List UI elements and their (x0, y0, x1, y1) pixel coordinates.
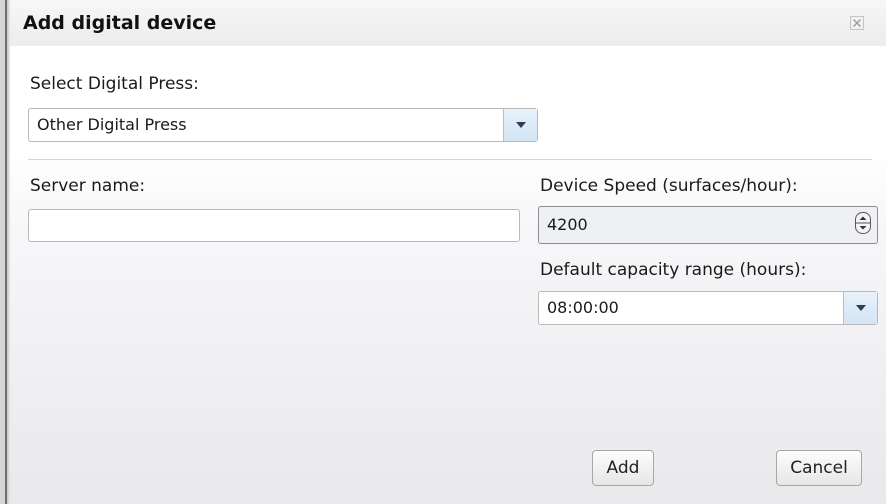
chevron-down-icon (856, 305, 866, 311)
section-divider (28, 159, 872, 160)
digital-press-dropdown[interactable]: Other Digital Press (28, 108, 538, 142)
add-digital-device-dialog: Add digital device Select Digital Press:… (10, 0, 886, 504)
dialog-title-bar[interactable]: Add digital device (10, 0, 886, 46)
select-digital-press-label: Select Digital Press: (30, 74, 199, 94)
dialog-title: Add digital device (23, 12, 217, 34)
chevron-down-icon (516, 122, 526, 128)
digital-press-selected-value: Other Digital Press (37, 115, 187, 134)
default-capacity-label: Default capacity range (hours): (540, 260, 807, 280)
server-name-input[interactable] (29, 210, 519, 241)
device-speed-input[interactable]: 4200 (538, 206, 878, 244)
default-capacity-dropdown-button[interactable] (843, 292, 877, 324)
server-name-input-wrapper (28, 209, 520, 242)
window-edge (0, 0, 10, 504)
server-name-label: Server name: (30, 176, 146, 196)
device-speed-value: 4200 (547, 215, 588, 234)
device-speed-label: Device Speed (surfaces/hour): (540, 176, 798, 196)
add-button[interactable]: Add (592, 450, 654, 486)
spinner-icon[interactable] (855, 212, 871, 234)
digital-press-dropdown-button[interactable] (503, 109, 537, 141)
default-capacity-selected-value: 08:00:00 (547, 298, 619, 317)
cancel-button[interactable]: Cancel (776, 450, 862, 486)
default-capacity-dropdown[interactable]: 08:00:00 (538, 291, 878, 325)
close-icon[interactable] (849, 15, 865, 31)
